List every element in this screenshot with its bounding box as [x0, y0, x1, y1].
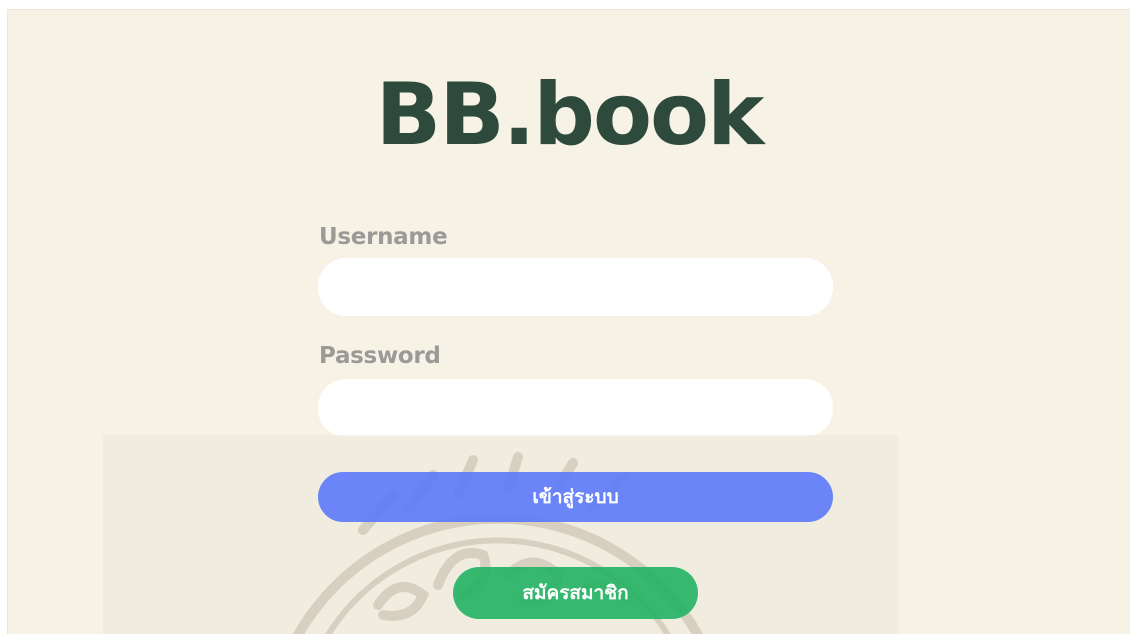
- username-label: Username: [319, 224, 448, 250]
- register-button[interactable]: สมัครสมาชิก: [453, 567, 698, 619]
- password-input[interactable]: [318, 379, 833, 437]
- login-button[interactable]: เข้าสู่ระบบ: [318, 472, 833, 522]
- brand-logo-title: BB.book: [375, 65, 765, 165]
- password-label: Password: [319, 343, 441, 369]
- username-input[interactable]: [318, 258, 833, 316]
- login-page: BB.book Username Password เข้าสู่ระบบ สม…: [8, 10, 1130, 634]
